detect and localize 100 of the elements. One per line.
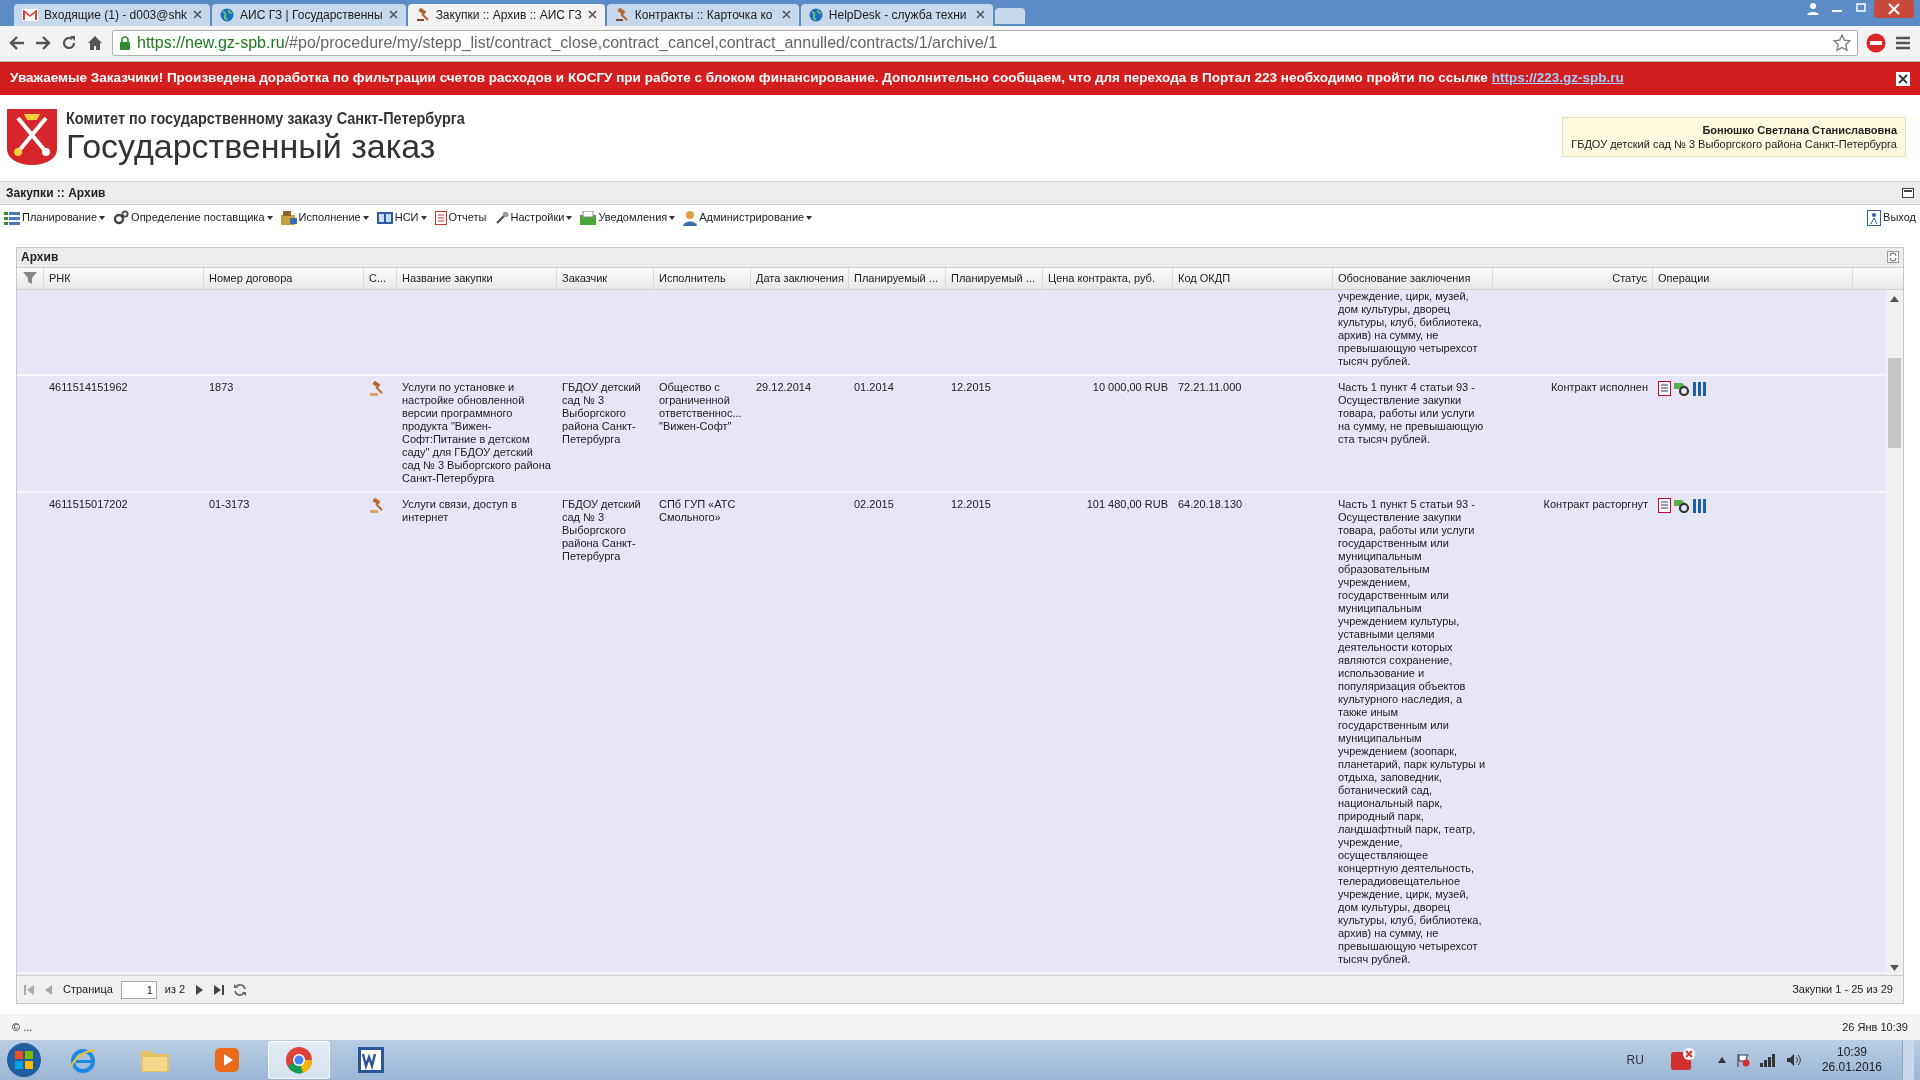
box-icon	[280, 210, 297, 225]
menu-button[interactable]: Исполнение	[280, 206, 369, 229]
menu-button[interactable]: Определение поставщика	[113, 206, 273, 229]
column-header[interactable]: Исполнитель	[654, 267, 751, 289]
close-icon[interactable]	[1896, 71, 1910, 86]
filter-icon[interactable]	[22, 270, 38, 287]
gavel-icon	[614, 7, 629, 22]
table-cell-text: 1873	[208, 380, 235, 395]
column-header[interactable]: Планируемый ...	[849, 267, 946, 289]
user-icon	[683, 209, 698, 226]
table-cell-text: 72.21.11.000	[1177, 380, 1243, 395]
column-header[interactable]: Операции	[1653, 267, 1853, 289]
column-header[interactable]: Номер договора	[204, 267, 364, 289]
table-cell-text: 4611514151962	[48, 380, 129, 395]
user-name: Бонюшко Светлана Станиславовна	[1702, 123, 1897, 138]
column-header[interactable]: Название закупки	[397, 267, 557, 289]
browser-tab[interactable]: HelpDesk - служба техни	[800, 3, 993, 26]
tray-arrow-icon[interactable]	[1717, 1057, 1726, 1063]
logout-button[interactable]: Выход	[1867, 206, 1916, 229]
table-cell-text: Часть 1 пункт 4 статьи 93 - Осуществление закупки товара, работы или услуги на сумму, не превышающую ста тысяч рублей.	[1337, 380, 1485, 447]
close-icon[interactable]	[587, 10, 597, 20]
menu-button[interactable]: Настройки	[494, 206, 573, 229]
menu-button[interactable]: НСИ	[376, 206, 427, 229]
taskbar-button[interactable]	[268, 1041, 330, 1079]
scrollbar[interactable]	[1886, 289, 1903, 976]
document-icon	[434, 210, 447, 225]
menu-button[interactable]: Уведомления	[580, 206, 676, 229]
address-bar[interactable]: https://new.gz-spb.ru/#po/procedure/my/stepp_list/contract_close,contract_cancel,contract_annulled/contracts/1/archive/1	[112, 30, 1858, 57]
globe-icon	[808, 7, 823, 22]
column-header[interactable]: РНК	[44, 267, 204, 289]
footer-text: © ...	[12, 1019, 33, 1035]
table-cell-text: 01-3173	[208, 497, 251, 512]
refresh-icon[interactable]	[233, 982, 248, 997]
table-cell-text: 02.2015	[853, 497, 895, 512]
table-cell-text: Часть 1 пункт 5 статьи 93 - Осуществление закупки товара, работы или услуги государственным или муниципальным образовательным учреждением, государственным или муниципальным учреждением культуры, уставными целями деятельности которых являются сохранение, использование и популяризация объектов культурного наследия, а также иным государственным или муниципальным учреждением (зоопарк, планетарий, парк культуры и отдыха, заповедник, ботанический сад, национальный парк, природный парк, ландшафтный парк, театр, учреждение, осуществляющее концертную деятельность, телерадиовещательное учреждение, цирк, музей, дом культуры, дворец культуры, клуб, библиотека, архив) на сумму, не превышающую четырехсот тысяч рублей.	[1337, 497, 1487, 966]
document-icon[interactable]	[1658, 497, 1671, 513]
table-cell-text: 12.2015	[950, 380, 992, 395]
globe-icon	[220, 7, 235, 22]
book-icon	[376, 210, 393, 225]
gear-icon[interactable]	[1673, 380, 1690, 396]
flag-icon[interactable]	[1735, 1053, 1750, 1067]
start-button[interactable]	[6, 1042, 42, 1078]
notice-text: Уважаемые Заказчики! Произведена доработка по фильтрации счетов расходов и КОСГУ при работе с блоком финансирование. Дополнительно сообщаем, что для перехода в Портал 223 необходимо пройти по ссылке	[10, 69, 1488, 88]
refresh-icon[interactable]	[1887, 251, 1899, 264]
page-count: из 2	[164, 982, 186, 998]
user-organization: ГБДОУ детский сад № 3 Выборгского района Санкт-Петербурга	[1571, 137, 1897, 152]
browser-tab[interactable]: Входящие (1) - d003@shk	[14, 3, 211, 26]
language-indicator[interactable]: RU	[1626, 1051, 1644, 1069]
column-header[interactable]: Обоснование заключения	[1333, 267, 1493, 289]
browser-icon	[284, 1045, 314, 1075]
column-header[interactable]: Статус	[1493, 267, 1653, 289]
column-header[interactable]: С...	[364, 267, 397, 289]
binders-icon[interactable]	[1692, 497, 1708, 513]
date-time: 26 Янв 10:39	[1842, 1019, 1908, 1035]
table-cell-text: Общество с ограниченной ответственнос... "Вижен-Софт"	[658, 380, 743, 434]
scrollbar-thumb[interactable]	[1888, 357, 1901, 448]
column-header[interactable]: Дата заключения	[751, 267, 849, 289]
collapse-icon[interactable]	[1902, 187, 1914, 198]
browser-tab[interactable]: Контракты :: Карточка ко	[606, 3, 799, 26]
browser-tab[interactable]: Закупки :: Архив :: АИС ГЗ	[407, 3, 605, 26]
panel-title: Архив	[21, 249, 59, 267]
binders-icon[interactable]	[1692, 380, 1708, 396]
adblock-icon[interactable]	[1866, 33, 1886, 54]
signal-icon[interactable]	[1759, 1053, 1776, 1067]
menu-button[interactable]: Планирование	[4, 206, 106, 229]
browser-tab[interactable]: АИС ГЗ | Государственны	[212, 3, 406, 26]
menu-button[interactable]: Отчеты	[434, 206, 487, 229]
gear-icon[interactable]	[1673, 497, 1690, 513]
clock[interactable]: 10:39 26.01.2016	[1811, 1045, 1892, 1075]
wrench-icon	[494, 210, 509, 225]
document-icon[interactable]	[1658, 380, 1671, 396]
table-cell-text: Контракт исполнен	[1549, 380, 1649, 395]
scroll-up-icon[interactable]	[1890, 295, 1899, 302]
column-header[interactable]: Заказчик	[557, 267, 654, 289]
list-icon	[4, 210, 20, 225]
table-cell-text: Услуги связи, доступ в интернет	[401, 497, 518, 525]
scroll-down-icon[interactable]	[1890, 965, 1899, 972]
table-cell-text: 01.2014	[853, 380, 895, 395]
table-cell-text: Контракт расторгнут	[1542, 497, 1649, 512]
volume-icon[interactable]	[1785, 1053, 1802, 1067]
column-header[interactable]: Цена контракта, руб.	[1043, 267, 1173, 289]
menu-button[interactable]: Администрирование	[683, 206, 813, 229]
media-player-icon	[213, 1046, 241, 1074]
mail-icon	[22, 8, 38, 21]
coat-of-arms-icon	[6, 108, 58, 167]
gavel-icon	[415, 7, 430, 22]
alert-icon[interactable]	[1669, 1047, 1696, 1073]
page-title: Закупки :: Архив	[6, 184, 106, 202]
table-cell-text: 64.20.18.130	[1177, 497, 1244, 512]
last-page-icon[interactable]	[213, 983, 226, 996]
gears-icon	[113, 209, 130, 226]
table-cell-text: СПб ГУП «АТС Смольного»	[658, 497, 737, 525]
table-cell-text: 101 480,00 RUB	[1085, 497, 1169, 512]
exit-icon	[1867, 209, 1882, 226]
star-icon[interactable]	[1833, 34, 1851, 53]
home-icon[interactable]	[86, 34, 104, 53]
organization-name: Комитет по государственному заказу Санкт-Петербурга	[66, 110, 465, 129]
page-input[interactable]: 1	[120, 980, 157, 999]
column-header[interactable]: Планируемый ...	[946, 267, 1043, 289]
column-header[interactable]: Код ОКДП	[1173, 267, 1333, 289]
